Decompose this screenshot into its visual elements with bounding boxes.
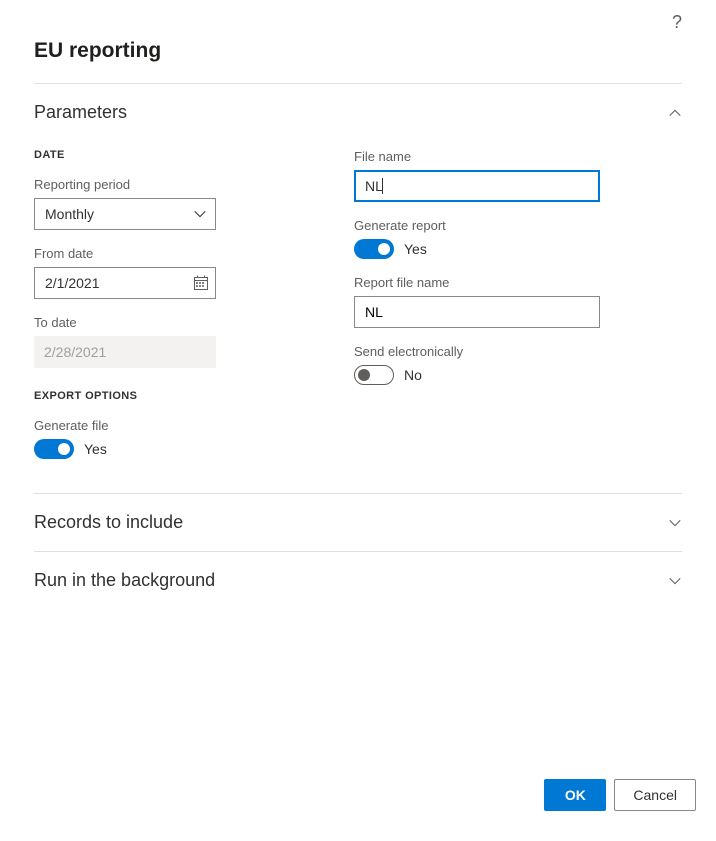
from-date-value: 2/1/2021: [45, 275, 100, 291]
label-send-electronically: Send electronically: [354, 344, 600, 359]
section-title: Parameters: [34, 102, 127, 123]
generate-report-state: Yes: [404, 241, 427, 257]
section-title: Run in the background: [34, 570, 215, 591]
section-header-records[interactable]: Records to include: [34, 512, 682, 533]
reporting-period-value: Monthly: [45, 206, 94, 222]
label-from-date: From date: [34, 246, 254, 261]
cancel-button[interactable]: Cancel: [614, 779, 696, 811]
send-electronically-state: No: [404, 367, 422, 383]
generate-file-state: Yes: [84, 441, 107, 457]
send-electronically-toggle[interactable]: [354, 365, 394, 385]
label-file-name: File name: [354, 149, 600, 164]
section-title: Records to include: [34, 512, 183, 533]
section-header-parameters[interactable]: Parameters: [34, 102, 682, 123]
chevron-down-icon: [193, 207, 207, 221]
to-date-value: 2/28/2021: [44, 344, 106, 360]
text-caret: [382, 178, 383, 194]
label-report-file-name: Report file name: [354, 275, 600, 290]
label-to-date: To date: [34, 315, 254, 330]
section-parameters: Parameters DATE Reporting period Monthly…: [34, 83, 682, 493]
chevron-up-icon: [668, 106, 682, 120]
dialog-title: EU reporting: [34, 39, 682, 63]
group-header-date: DATE: [34, 149, 254, 161]
generate-file-toggle[interactable]: [34, 439, 74, 459]
report-file-name-input[interactable]: [354, 296, 600, 328]
file-name-input[interactable]: NL: [354, 170, 600, 202]
help-icon[interactable]: ?: [672, 12, 682, 33]
chevron-down-icon: [668, 574, 682, 588]
label-generate-report: Generate report: [354, 218, 600, 233]
ok-button[interactable]: OK: [544, 779, 606, 811]
section-header-background[interactable]: Run in the background: [34, 570, 682, 591]
calendar-icon[interactable]: [193, 275, 209, 291]
to-date-input: 2/28/2021: [34, 336, 216, 368]
chevron-down-icon: [668, 516, 682, 530]
generate-report-toggle[interactable]: [354, 239, 394, 259]
reporting-period-select[interactable]: Monthly: [34, 198, 216, 230]
label-generate-file: Generate file: [34, 418, 254, 433]
label-reporting-period: Reporting period: [34, 177, 254, 192]
dialog-footer: OK Cancel: [544, 779, 696, 811]
group-header-export-options: EXPORT OPTIONS: [34, 390, 254, 402]
section-records-to-include: Records to include: [34, 493, 682, 551]
from-date-input[interactable]: 2/1/2021: [34, 267, 216, 299]
section-run-in-background: Run in the background: [34, 551, 682, 609]
dialog-eu-reporting: ? EU reporting Parameters DATE Reporting…: [0, 0, 716, 609]
file-name-value: NL: [365, 178, 383, 194]
